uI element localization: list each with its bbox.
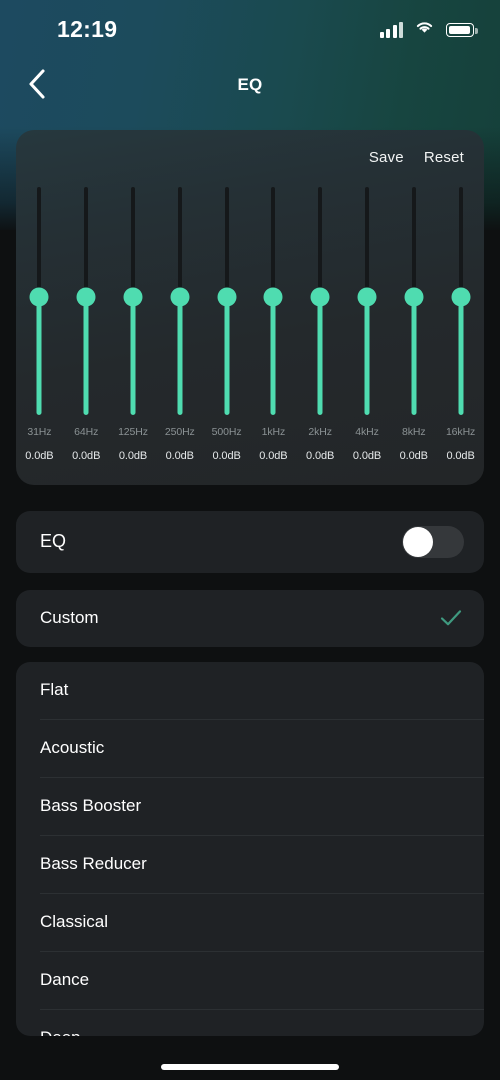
status-bar: 12:19 (0, 0, 500, 56)
eq-enable-label: EQ (40, 531, 67, 551)
eq-band-gain: 0.0dB (165, 450, 194, 462)
equalizer-sliders (16, 187, 484, 427)
status-bar-clock: 12:19 (57, 16, 118, 42)
home-indicator (161, 1064, 339, 1070)
preset-item-label: Classical (40, 912, 109, 931)
eq-band-fill (458, 297, 464, 415)
eq-band-gain: 0.0dB (306, 450, 335, 462)
preset-item-label: Bass Booster (40, 796, 142, 815)
eq-band-fill (130, 297, 136, 415)
eq-band-label-group: 1kHz 0.0dB (250, 426, 297, 462)
eq-band-thumb[interactable] (170, 287, 190, 307)
eq-band-gain: 0.0dB (352, 450, 382, 462)
eq-band-frequency: 16kHz (445, 426, 476, 438)
eq-band-thumb[interactable] (451, 287, 471, 307)
eq-band-gain: 0.0dB (25, 450, 54, 462)
eq-band-gain: 0.0dB (212, 450, 241, 462)
eq-band-slider[interactable] (437, 187, 484, 427)
preset-item-label: Bass Reducer (40, 854, 147, 873)
eq-enable-row[interactable]: EQ (16, 511, 484, 573)
preset-item-label: Acoustic (40, 738, 105, 757)
reset-button[interactable]: Reset (424, 149, 464, 166)
checkmark-icon (440, 609, 462, 632)
eq-band-label-group: 125Hz 0.0dB (110, 426, 157, 462)
eq-band-thumb[interactable] (310, 287, 330, 307)
equalizer-card-actions: Save Reset (369, 149, 464, 166)
preset-item-label: Custom (40, 608, 99, 627)
preset-list[interactable]: Flat Acoustic Bass Booster Bass Reducer Clas… (16, 662, 484, 1036)
eq-band-label-group: 4kHz 0.0dB (344, 426, 391, 462)
eq-band-gain: 0.0dB (259, 450, 288, 462)
eq-band-frequency: 4kHz (355, 426, 379, 438)
eq-band-frequency: 2kHz (308, 426, 332, 438)
eq-band-frequency: 500Hz (211, 426, 242, 438)
eq-band-fill (411, 297, 417, 415)
eq-band-slider[interactable] (390, 187, 437, 427)
preset-list-item[interactable]: Acoustic (16, 720, 484, 778)
eq-band-slider[interactable] (297, 187, 344, 427)
eq-band-label-group: 64Hz 0.0dB (63, 426, 110, 462)
save-button[interactable]: Save (369, 149, 404, 166)
battery-icon (446, 22, 478, 37)
eq-band-label-group: 16kHz 0.0dB (437, 426, 484, 462)
preset-list-item[interactable]: Bass Booster (16, 778, 484, 836)
cellular-signal-icon (379, 21, 403, 38)
status-bar-icons (379, 19, 478, 40)
eq-enable-toggle[interactable] (402, 526, 464, 558)
eq-band-label-group: 500Hz 0.0dB (203, 426, 250, 462)
toggle-knob (403, 527, 433, 557)
eq-band-slider[interactable] (250, 187, 297, 427)
preset-list-item[interactable]: Flat (16, 662, 484, 720)
wifi-icon (414, 19, 435, 40)
eq-band-label-group: 31Hz 0.0dB (16, 426, 63, 462)
eq-band-thumb[interactable] (76, 287, 96, 307)
eq-band-gain: 0.0dB (118, 450, 148, 462)
eq-band-thumb[interactable] (123, 287, 143, 307)
eq-band-slider[interactable] (156, 187, 203, 427)
preset-list-item[interactable]: Deep (16, 1010, 484, 1036)
preset-item-label: Deep (40, 1028, 81, 1036)
eq-band-frequency: 250Hz (164, 426, 195, 438)
eq-band-fill (83, 297, 89, 415)
eq-band-fill (224, 297, 230, 415)
eq-band-slider[interactable] (16, 187, 63, 427)
eq-band-frequency: 64Hz (74, 426, 99, 438)
eq-band-thumb[interactable] (404, 287, 424, 307)
eq-band-thumb[interactable] (263, 287, 283, 307)
eq-band-label-group: 250Hz 0.0dB (156, 426, 203, 462)
eq-band-frequency: 1kHz (261, 426, 286, 438)
eq-band-fill (270, 297, 276, 415)
preset-list-item[interactable]: Classical (16, 894, 484, 952)
eq-band-slider[interactable] (203, 187, 250, 427)
eq-band-thumb[interactable] (29, 287, 49, 307)
preset-list-item[interactable]: Dance (16, 952, 484, 1010)
navigation-bar: EQ (0, 56, 500, 114)
eq-band-fill (364, 297, 370, 415)
preset-item-label: Dance (40, 970, 90, 989)
preset-item-custom[interactable]: Custom (16, 590, 484, 647)
equalizer-card: Save Reset 31Hz 0.0dB 64Hz 0.0dB 125Hz 0.0dB 2… (16, 130, 484, 485)
eq-screen: 12:19 EQ Save Reset 31Hz 0.0dB 64Hz 0.0d… (0, 0, 500, 1080)
preset-item-label: Flat (40, 680, 69, 699)
eq-band-label-group: 8kHz 0.0dB (390, 426, 437, 462)
eq-band-thumb[interactable] (357, 287, 377, 307)
eq-band-slider[interactable] (344, 187, 391, 427)
eq-band-fill (177, 297, 183, 415)
eq-band-label-group: 2kHz 0.0dB (297, 426, 344, 462)
eq-band-frequency: 31Hz (27, 426, 52, 438)
eq-band-fill (36, 297, 42, 415)
eq-band-frequency: 125Hz (118, 426, 148, 438)
preset-list-item[interactable]: Bass Reducer (16, 836, 484, 894)
eq-band-gain: 0.0dB (399, 450, 428, 462)
eq-band-gain: 0.0dB (72, 450, 101, 462)
eq-band-fill (317, 297, 323, 415)
page-title: EQ (237, 75, 263, 94)
eq-band-thumb[interactable] (217, 287, 237, 307)
eq-band-slider[interactable] (110, 187, 157, 427)
equalizer-band-labels: 31Hz 0.0dB 64Hz 0.0dB 125Hz 0.0dB 250Hz 0.0dB 50… (16, 426, 484, 462)
eq-band-slider[interactable] (63, 187, 110, 427)
eq-band-gain: 0.0dB (446, 450, 475, 462)
eq-band-frequency: 8kHz (402, 426, 426, 438)
